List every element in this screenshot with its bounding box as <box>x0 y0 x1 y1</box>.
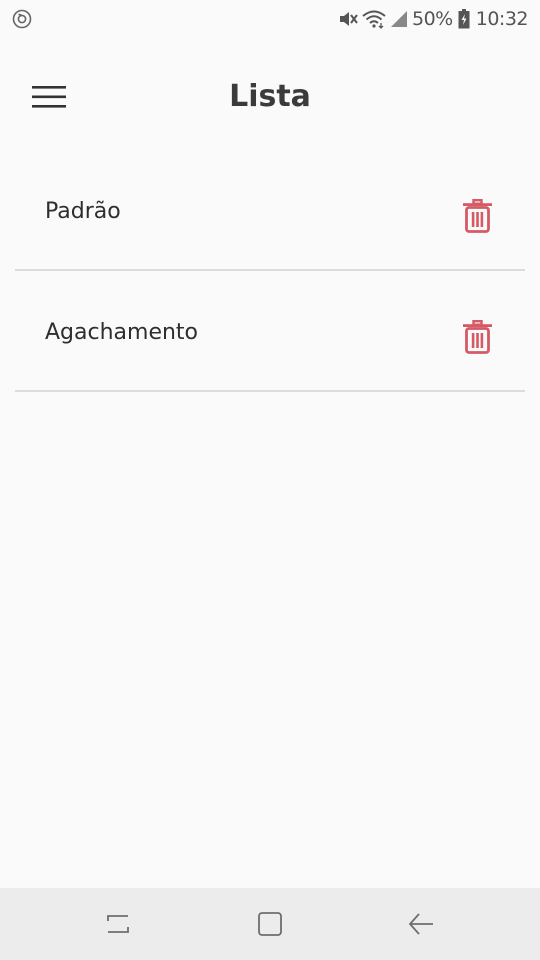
mute-icon <box>340 12 358 26</box>
delete-button[interactable] <box>459 317 495 357</box>
battery-charging-icon <box>458 9 470 29</box>
list-item[interactable]: Padrão <box>15 150 525 271</box>
menu-button[interactable] <box>22 72 76 122</box>
battery-percentage: 50% <box>412 8 453 30</box>
home-button[interactable] <box>250 908 290 940</box>
app-header: Lista <box>0 58 540 138</box>
list-item[interactable]: Agachamento <box>15 271 525 392</box>
list-item-label: Padrão <box>45 199 121 224</box>
item-list: Padrão Agachamento <box>15 150 525 392</box>
status-bar: 50% 10:32 <box>0 0 540 38</box>
clock: 10:32 <box>475 8 529 30</box>
back-button[interactable] <box>401 908 441 940</box>
delete-button[interactable] <box>459 196 495 236</box>
home-icon <box>258 912 282 936</box>
hamburger-menu-icon <box>32 86 66 108</box>
trash-icon <box>462 320 492 354</box>
recents-icon <box>107 915 129 933</box>
recents-button[interactable] <box>98 908 138 940</box>
status-icons: 50% 10:32 <box>338 0 529 38</box>
trash-icon <box>462 199 492 233</box>
wifi-icon <box>362 10 386 29</box>
page-title: Lista <box>229 79 311 114</box>
app-sync-icon <box>12 9 32 29</box>
navigation-bar <box>0 888 540 960</box>
signal-icon <box>391 11 407 27</box>
list-item-label: Agachamento <box>45 320 199 345</box>
back-icon <box>408 913 433 935</box>
